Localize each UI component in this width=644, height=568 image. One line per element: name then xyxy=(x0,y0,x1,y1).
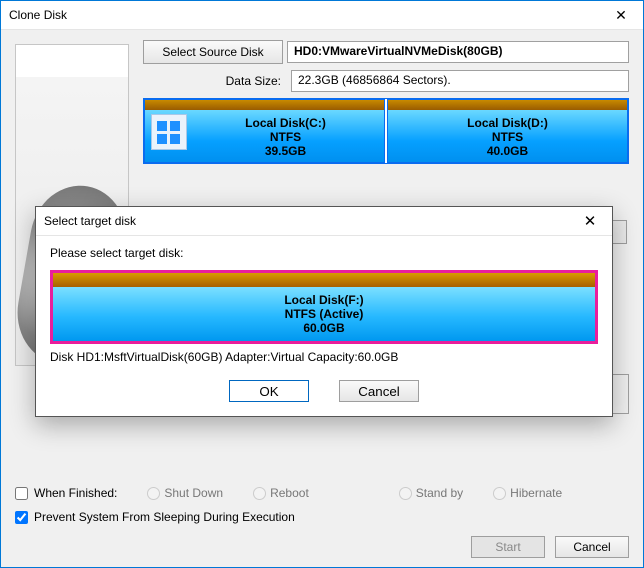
window-title: Clone Disk xyxy=(9,8,599,22)
partition-header-bar xyxy=(145,100,384,110)
hibernate-label: Hibernate xyxy=(510,486,562,500)
hibernate-radio: Hibernate xyxy=(493,486,562,500)
clone-disk-window: Clone Disk ✕ Select Source Disk HD0:VMwa… xyxy=(0,0,644,568)
standby-radio: Stand by xyxy=(399,486,463,500)
dialog-title: Select target disk xyxy=(44,214,568,228)
window-body: Select Source Disk HD0:VMwareVirtualNVMe… xyxy=(1,30,643,568)
target-size: 60.0GB xyxy=(53,321,595,335)
standby-label: Stand by xyxy=(416,486,463,500)
titlebar: Clone Disk ✕ xyxy=(1,1,643,30)
shutdown-label: Shut Down xyxy=(164,486,223,500)
data-size-field: 22.3GB (46856864 Sectors). xyxy=(291,70,629,92)
start-button: Start xyxy=(471,536,545,558)
finish-options-row: When Finished: Shut Down Reboot Stand by… xyxy=(15,486,629,500)
dialog-prompt: Please select target disk: xyxy=(50,246,598,260)
partition-name: Local Disk(D:) xyxy=(392,116,623,130)
select-target-dialog: Select target disk ✕ Please select targe… xyxy=(35,206,613,417)
select-source-disk-button[interactable]: Select Source Disk xyxy=(143,40,283,64)
target-fs: NTFS (Active) xyxy=(53,307,595,321)
partition-header-bar xyxy=(388,100,627,110)
dialog-close-icon[interactable]: ✕ xyxy=(568,207,612,235)
prevent-sleep-input[interactable] xyxy=(15,511,28,524)
prevent-sleep-label: Prevent System From Sleeping During Exec… xyxy=(34,510,295,524)
data-size-label: Data Size: xyxy=(143,74,287,88)
partition-c[interactable]: Local Disk(C:) NTFS 39.5GB xyxy=(144,99,385,163)
dialog-body: Please select target disk: Local Disk(F:… xyxy=(36,236,612,416)
reboot-input xyxy=(253,487,266,500)
target-name: Local Disk(F:) xyxy=(53,293,595,307)
reboot-radio: Reboot xyxy=(253,486,309,500)
partition-fs: NTFS xyxy=(392,130,623,144)
standby-input xyxy=(399,487,412,500)
windows-logo-icon xyxy=(151,114,187,150)
footer-buttons: Start Cancel xyxy=(15,536,629,558)
source-disk-field: HD0:VMwareVirtualNVMeDisk(80GB) xyxy=(287,41,629,63)
close-icon[interactable]: ✕ xyxy=(599,1,643,29)
dialog-cancel-button[interactable]: Cancel xyxy=(339,380,419,402)
when-finished-checkbox[interactable]: When Finished: xyxy=(15,486,117,500)
dialog-titlebar: Select target disk ✕ xyxy=(36,207,612,236)
when-finished-label: When Finished: xyxy=(34,486,117,500)
target-disk-info: Disk HD1:MsftVirtualDisk(60GB) Adapter:V… xyxy=(50,350,598,364)
partition-size: 40.0GB xyxy=(392,144,623,158)
dialog-buttons: OK Cancel xyxy=(50,380,598,402)
prevent-sleep-checkbox[interactable]: Prevent System From Sleeping During Exec… xyxy=(15,510,629,524)
when-finished-input[interactable] xyxy=(15,487,28,500)
cancel-button[interactable]: Cancel xyxy=(555,536,629,558)
footer: When Finished: Shut Down Reboot Stand by… xyxy=(15,486,629,558)
target-partition[interactable]: Local Disk(F:) NTFS (Active) 60.0GB xyxy=(50,270,598,344)
shutdown-input xyxy=(147,487,160,500)
source-panel: Select Source Disk HD0:VMwareVirtualNVMe… xyxy=(143,40,629,164)
shutdown-radio: Shut Down xyxy=(147,486,223,500)
reboot-label: Reboot xyxy=(270,486,309,500)
hibernate-input xyxy=(493,487,506,500)
target-header-bar xyxy=(53,273,595,287)
partition-strip: Local Disk(C:) NTFS 39.5GB Local Disk(D:… xyxy=(143,98,629,164)
partition-d[interactable]: Local Disk(D:) NTFS 40.0GB xyxy=(387,99,628,163)
dialog-ok-button[interactable]: OK xyxy=(229,380,309,402)
